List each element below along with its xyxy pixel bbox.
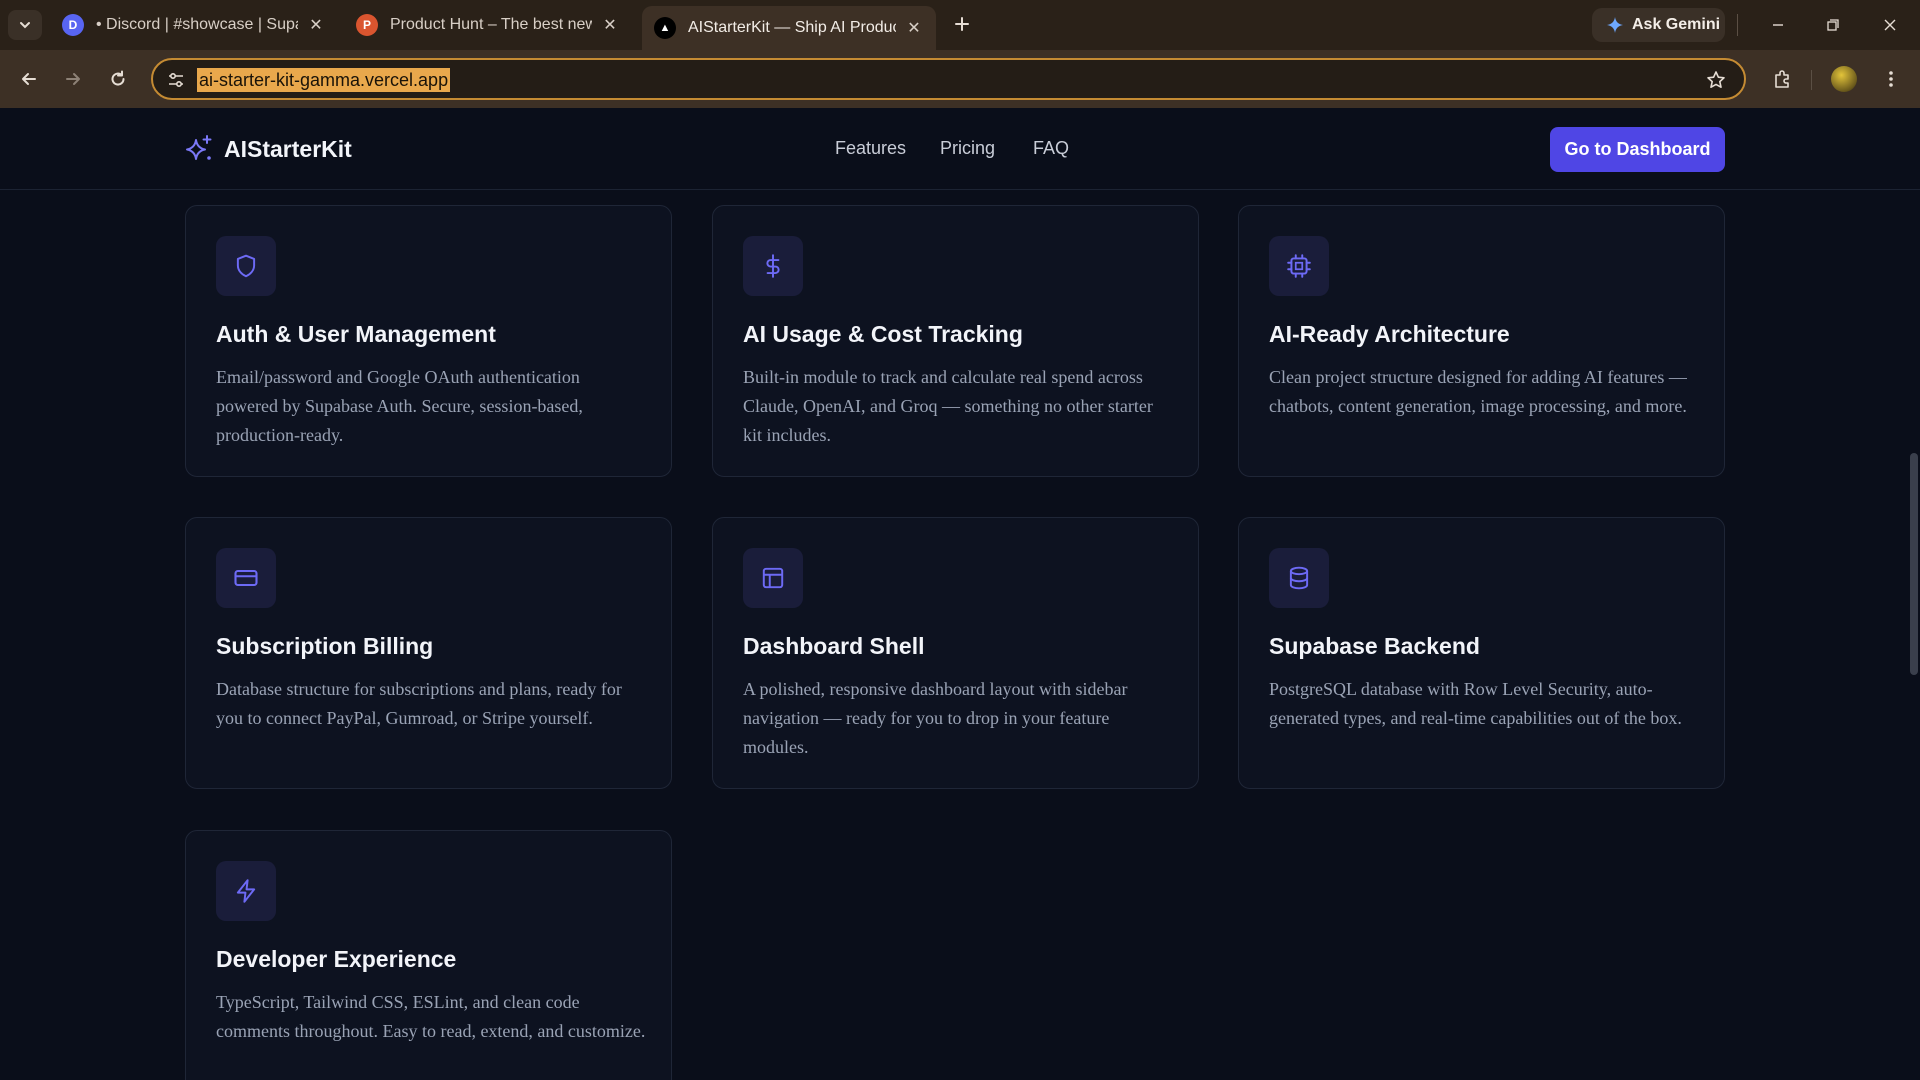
database-icon (1289, 566, 1309, 590)
scrollbar-thumb[interactable] (1910, 453, 1918, 675)
ask-gemini-button[interactable]: Ask Gemini (1592, 8, 1725, 42)
minimize-button[interactable] (1760, 8, 1796, 42)
feature-card-architecture: AI-Ready Architecture Clean project stru… (1238, 205, 1725, 477)
feature-description: Database structure for subscriptions and… (216, 679, 622, 728)
feature-icon-box (216, 861, 276, 921)
feature-title: Supabase Backend (1269, 633, 1480, 659)
more-vertical-icon (1889, 71, 1893, 87)
feature-card-auth: Auth & User Management Email/password an… (185, 205, 672, 477)
tab-product-hunt[interactable]: P Product Hunt – The best new products ✕ (344, 7, 632, 43)
arrow-right-icon (66, 73, 80, 85)
feature-title: Subscription Billing (216, 633, 434, 659)
vercel-favicon-icon: ▲ (654, 17, 676, 39)
nav-link-faq[interactable]: FAQ (1033, 138, 1069, 159)
sparkles-icon (186, 135, 212, 160)
gemini-sparkle-icon (1607, 17, 1623, 33)
zap-icon (236, 879, 256, 903)
feature-title: AI Usage & Cost Tracking (743, 321, 1023, 347)
brand-logo[interactable]: AIStarterKit (184, 132, 352, 166)
feature-icon-box (743, 236, 803, 296)
plus-icon (955, 17, 969, 31)
feature-icon-box (216, 548, 276, 608)
tab-search-button[interactable] (8, 10, 42, 40)
tab-aistarterkit[interactable]: ▲ AIStarterKit — Ship AI Products ✕ (642, 6, 936, 50)
feature-icon-box (1269, 236, 1329, 296)
extensions-button[interactable] (1766, 63, 1798, 95)
url-text[interactable]: ai-starter-kit-gamma.vercel.app (197, 68, 451, 92)
arrow-left-icon (22, 73, 36, 85)
puzzle-icon (1775, 70, 1789, 88)
restore-icon (1827, 19, 1839, 31)
site-header: AIStarterKit Features Pricing FAQ Go to … (0, 108, 1920, 190)
feature-card-billing: Subscription Billing Database structure … (185, 517, 672, 789)
browser-toolbar: ai-starter-kit-gamma.vercel.app (0, 50, 1920, 108)
shield-icon (236, 254, 256, 278)
feature-title: Developer Experience (216, 946, 457, 972)
forward-button[interactable] (57, 63, 89, 95)
feature-description: PostgreSQL database with Row Level Secur… (1269, 679, 1682, 728)
go-to-dashboard-button[interactable]: Go to Dashboard (1550, 127, 1725, 172)
divider (1737, 14, 1738, 36)
nav-link-pricing[interactable]: Pricing (940, 138, 995, 159)
credit-card-icon (234, 569, 258, 587)
feature-icon-box (216, 236, 276, 296)
back-button[interactable] (13, 63, 45, 95)
feature-card-cost-tracking: AI Usage & Cost Tracking Built-in module… (712, 205, 1199, 477)
tab-title: Product Hunt – The best new products (390, 16, 592, 33)
bookmark-star-icon[interactable] (1704, 68, 1728, 92)
close-icon (1884, 19, 1896, 31)
tab-discord[interactable]: D • Discord | #showcase | Supabase ✕ (50, 7, 338, 43)
chevron-down-icon (20, 22, 30, 29)
browser-menu-button[interactable] (1876, 64, 1906, 94)
new-tab-button[interactable] (950, 12, 974, 36)
reload-icon (111, 70, 125, 86)
close-icon[interactable]: ✕ (600, 15, 620, 35)
feature-title: Auth & User Management (216, 321, 496, 347)
site-settings-icon[interactable] (165, 69, 187, 91)
feature-description: Clean project structure designed for add… (1269, 367, 1687, 416)
close-icon[interactable]: ✕ (904, 18, 924, 38)
feature-description: Built-in module to track and calculate r… (743, 367, 1153, 445)
feature-description: A polished, responsive dashboard layout … (743, 679, 1128, 757)
web-page: AIStarterKit Features Pricing FAQ Go to … (0, 108, 1920, 1080)
tab-title: AIStarterKit — Ship AI Products (688, 19, 896, 36)
product-hunt-favicon-icon: P (356, 14, 378, 36)
minimize-icon (1773, 24, 1783, 26)
feature-title: Dashboard Shell (743, 633, 925, 659)
ask-gemini-label: Ask Gemini (1632, 16, 1721, 33)
address-bar[interactable]: ai-starter-kit-gamma.vercel.app (151, 58, 1746, 100)
close-window-button[interactable] (1872, 8, 1908, 42)
page-scrollbar[interactable] (1907, 190, 1920, 1080)
feature-description: TypeScript, Tailwind CSS, ESLint, and cl… (216, 992, 646, 1041)
reload-button[interactable] (102, 63, 134, 95)
feature-description: Email/password and Google OAuth authenti… (216, 367, 583, 445)
divider (1811, 70, 1812, 90)
close-icon[interactable]: ✕ (306, 15, 326, 35)
tab-title: • Discord | #showcase | Supabase (96, 16, 298, 33)
feature-title: AI-Ready Architecture (1269, 321, 1510, 347)
cpu-icon (1287, 254, 1311, 278)
dollar-icon (766, 254, 780, 278)
brand-name: AIStarterKit (224, 135, 352, 162)
feature-card-supabase: Supabase Backend PostgreSQL database wit… (1238, 517, 1725, 789)
browser-tab-strip: D • Discord | #showcase | Supabase ✕ P P… (0, 0, 1920, 50)
profile-avatar[interactable] (1831, 66, 1857, 92)
nav-link-features[interactable]: Features (835, 138, 906, 159)
feature-card-developer-experience: Developer Experience TypeScript, Tailwin… (185, 830, 672, 1080)
layout-icon (762, 567, 784, 589)
discord-favicon-icon: D (62, 14, 84, 36)
feature-icon-box (1269, 548, 1329, 608)
restore-button[interactable] (1815, 8, 1851, 42)
feature-card-dashboard: Dashboard Shell A polished, responsive d… (712, 517, 1199, 789)
feature-icon-box (743, 548, 803, 608)
